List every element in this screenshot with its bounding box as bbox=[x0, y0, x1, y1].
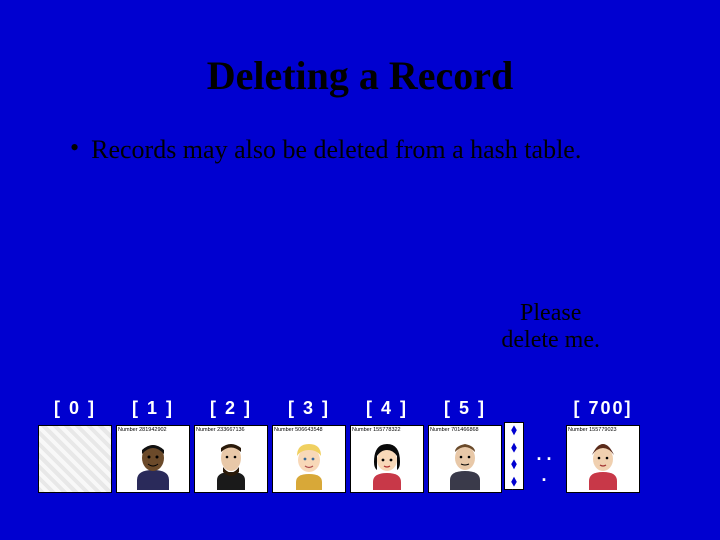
callout-line-2: delete me. bbox=[501, 327, 600, 354]
array-index: [ 4 ] bbox=[366, 398, 408, 419]
card-number-label: Number 233667136 bbox=[196, 427, 266, 433]
person-icon bbox=[443, 440, 487, 490]
slide-title: Deleting a Record bbox=[0, 0, 720, 99]
card-number-label: Number 155778322 bbox=[352, 427, 422, 433]
array-card: Number 233667136 bbox=[194, 425, 268, 493]
callout-text: Please delete me. bbox=[501, 300, 600, 354]
array-cell-5: [ 5 ] Number 701466868 bbox=[426, 398, 504, 493]
bullet-item: • Records may also be deleted from a has… bbox=[0, 99, 720, 165]
array-cell-3: [ 3 ] Number 506643548 bbox=[270, 398, 348, 493]
array-cell-700: [ 700] Number 155779023 bbox=[564, 398, 642, 493]
person-icon bbox=[365, 440, 409, 490]
card-number-label: Number 701466868 bbox=[430, 427, 500, 433]
callout-line-1: Please bbox=[501, 300, 600, 327]
array-card: Number 701466868 bbox=[428, 425, 502, 493]
array-index: [ 2 ] bbox=[210, 398, 252, 419]
person-icon bbox=[287, 440, 331, 490]
array-cell-1: [ 1 ] Number 281942902 bbox=[114, 398, 192, 493]
array-break bbox=[504, 422, 524, 490]
array-cell-4: [ 4 ] Number 155778322 bbox=[348, 398, 426, 493]
array-card: Number 155778322 bbox=[350, 425, 424, 493]
hash-array: [ 0 ] [ 1 ] Number 281942902 [ 2 ] Numbe… bbox=[36, 398, 642, 493]
bullet-marker: • bbox=[70, 135, 79, 161]
person-icon bbox=[209, 440, 253, 490]
bullet-text: Records may also be deleted from a hash … bbox=[91, 135, 581, 165]
array-cell-2: [ 2 ] Number 233667136 bbox=[192, 398, 270, 493]
person-icon bbox=[131, 440, 175, 490]
ellipsis: . . . bbox=[524, 406, 564, 486]
card-number-label: Number 155779023 bbox=[568, 427, 638, 433]
array-index: [ 5 ] bbox=[444, 398, 486, 419]
card-number-label: Number 281942902 bbox=[118, 427, 188, 433]
array-index: [ 0 ] bbox=[54, 398, 96, 419]
array-index: [ 1 ] bbox=[132, 398, 174, 419]
card-number-label: Number 506643548 bbox=[274, 427, 344, 433]
array-cell-0: [ 0 ] bbox=[36, 398, 114, 493]
person-icon bbox=[581, 440, 625, 490]
array-card: Number 281942902 bbox=[116, 425, 190, 493]
array-card: Number 506643548 bbox=[272, 425, 346, 493]
array-index: [ 700] bbox=[573, 398, 632, 419]
array-card-empty bbox=[38, 425, 112, 493]
array-card: Number 155779023 bbox=[566, 425, 640, 493]
array-index: [ 3 ] bbox=[288, 398, 330, 419]
